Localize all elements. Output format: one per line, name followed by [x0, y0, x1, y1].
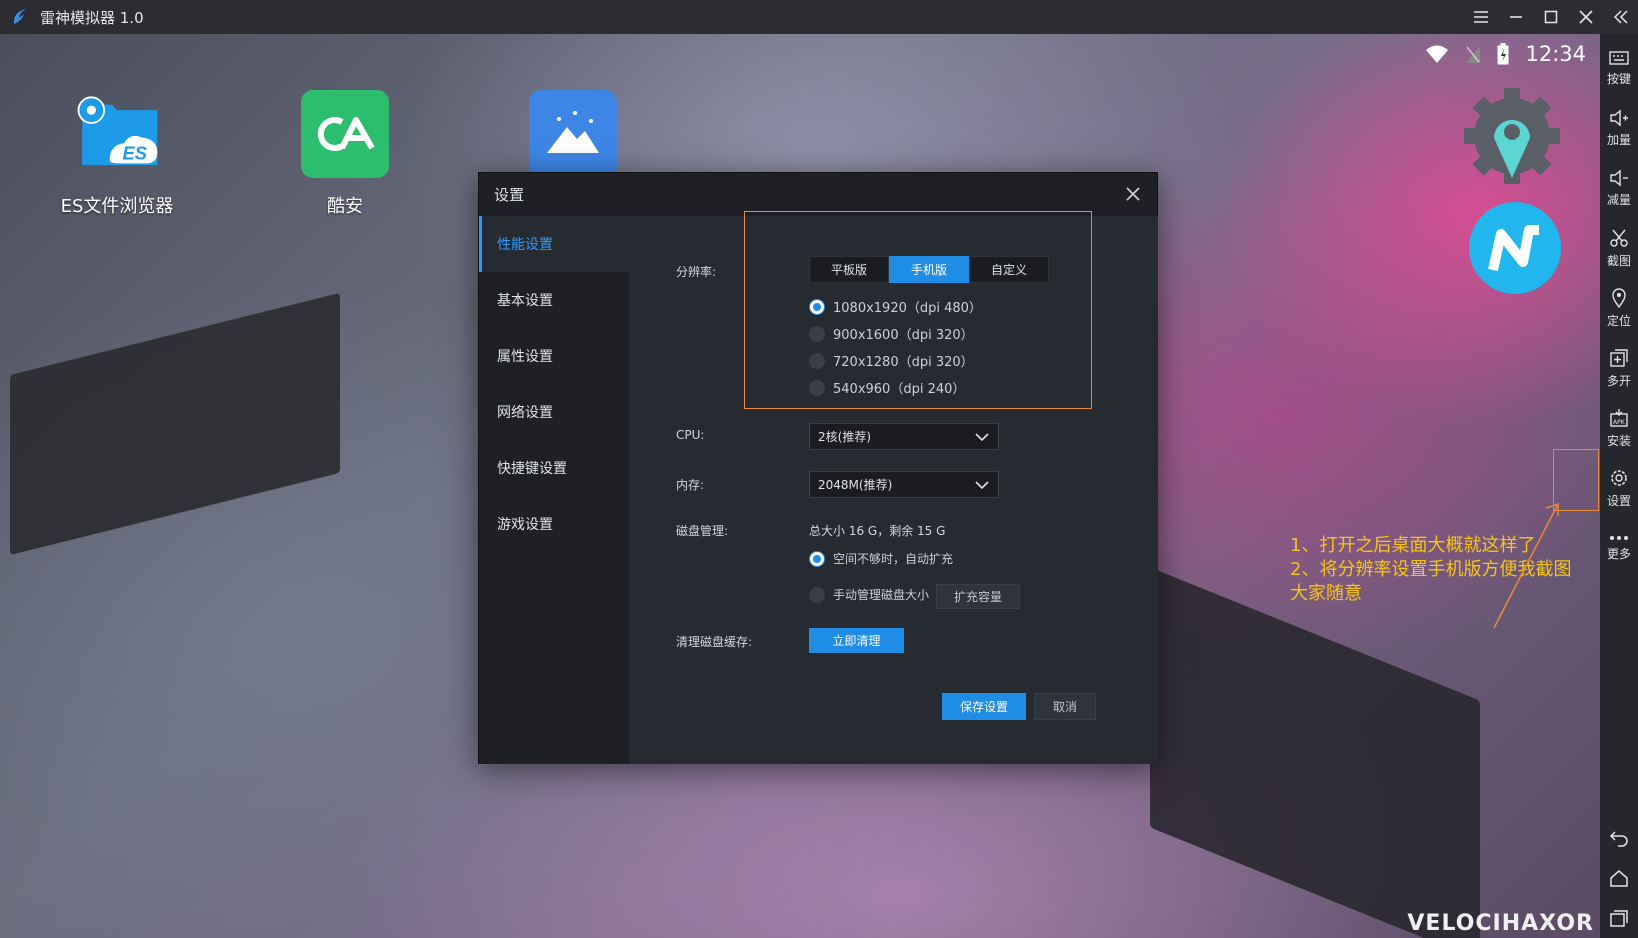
n-app-icon[interactable] — [1467, 200, 1563, 300]
mode-phone[interactable]: 手机版 — [889, 256, 969, 283]
location-icon — [1612, 287, 1626, 308]
memory-select[interactable]: 2048M(推荐) — [809, 471, 999, 498]
memory-label: 内存: — [676, 478, 705, 492]
disk-manual-option[interactable]: 手动管理磁盘大小 — [809, 586, 929, 603]
wallpaper-case — [1150, 567, 1480, 938]
dialog-close-icon[interactable] — [1121, 182, 1145, 206]
settings-content: 分辨率: 平板版 手机版 自定义 1080x1920（dpi 480） 900x… — [629, 211, 1158, 764]
resolution-mode-segment: 平板版 手机版 自定义 — [809, 256, 1049, 283]
clean-now-button[interactable]: 立即清理 — [809, 628, 904, 653]
chevron-down-icon — [975, 481, 989, 490]
annotation-highlight-box — [1553, 449, 1599, 511]
minimize-icon[interactable] — [1498, 0, 1533, 34]
maximize-icon[interactable] — [1533, 0, 1568, 34]
wifi-icon — [1426, 45, 1449, 63]
mode-custom[interactable]: 自定义 — [969, 256, 1049, 283]
settings-gear-icon[interactable] — [1462, 86, 1562, 190]
dialog-header: 设置 — [479, 173, 1157, 216]
battery-charging-icon — [1497, 43, 1509, 65]
mode-tablet[interactable]: 平板版 — [809, 256, 889, 283]
collapse-icon[interactable] — [1603, 0, 1638, 34]
volume-down-icon — [1610, 169, 1628, 186]
thunder-logo-icon — [13, 9, 26, 24]
nav-basic[interactable]: 基本设置 — [479, 272, 629, 328]
keyboard-icon — [1609, 50, 1629, 65]
scissors-icon — [1610, 229, 1628, 247]
cpu-select[interactable]: 2核(推荐) — [809, 423, 999, 450]
svg-text:APK: APK — [1613, 419, 1626, 426]
gallery-icon — [529, 90, 617, 178]
title-bar: 雷神模拟器 1.0 — [0, 0, 1638, 34]
toolbar-settings[interactable]: 设置 — [1600, 458, 1638, 518]
status-bar: 12:34 — [1425, 42, 1586, 66]
es-file-browser-icon: ES — [73, 90, 161, 178]
app-es-file-browser[interactable]: ES ES文件浏览器 — [52, 90, 182, 218]
resolution-option[interactable]: 900x1600（dpi 320） — [809, 324, 974, 343]
chevron-down-icon — [975, 433, 989, 442]
save-settings-button[interactable]: 保存设置 — [942, 693, 1026, 720]
disk-auto-expand-option[interactable]: 空间不够时，自动扩充 — [809, 550, 953, 567]
toolbar-keymap[interactable]: 按键 — [1600, 38, 1638, 98]
nav-properties[interactable]: 属性设置 — [479, 328, 629, 384]
radio[interactable] — [809, 325, 825, 342]
apk-install-icon: APK — [1610, 408, 1628, 427]
radio[interactable] — [809, 379, 825, 396]
cpu-label: CPU: — [676, 428, 705, 442]
radio-selected[interactable] — [809, 298, 825, 315]
no-signal-icon — [1466, 46, 1481, 63]
toolbar-more[interactable]: 更多 — [1600, 518, 1638, 578]
radio[interactable] — [809, 586, 825, 603]
app-coolapk[interactable]: 酷安 — [280, 90, 410, 218]
volume-up-icon — [1610, 109, 1628, 126]
toolbar-location[interactable]: 定位 — [1600, 278, 1638, 338]
coolapk-icon — [301, 90, 389, 178]
nav-network[interactable]: 网络设置 — [479, 384, 629, 440]
settings-dialog: 设置 性能设置 基本设置 属性设置 网络设置 快捷键设置 游戏设置 分辨率: 平… — [478, 172, 1158, 764]
watermark: VELOCIHAXOR — [1407, 911, 1594, 936]
toolbar-volume-down[interactable]: 减量 — [1600, 158, 1638, 218]
nav-game[interactable]: 游戏设置 — [479, 496, 629, 552]
app-title: 雷神模拟器 1.0 — [40, 8, 144, 27]
toolbar-install-apk[interactable]: APK 安装 — [1600, 398, 1638, 458]
settings-nav: 性能设置 基本设置 属性设置 网络设置 快捷键设置 游戏设置 — [479, 216, 629, 764]
cancel-button[interactable]: 取消 — [1034, 693, 1096, 720]
menu-icon[interactable] — [1463, 0, 1498, 34]
annotation-arrow — [1493, 502, 1559, 629]
wallpaper-case — [10, 292, 340, 556]
toolbar-screenshot[interactable]: 截图 — [1600, 218, 1638, 278]
radio[interactable] — [809, 352, 825, 369]
toolbar-volume-up[interactable]: 加量 — [1600, 98, 1638, 158]
nav-performance[interactable]: 性能设置 — [479, 216, 629, 272]
disk-summary: 总大小 16 G，剩余 15 G — [809, 524, 946, 538]
back-icon[interactable] — [1600, 818, 1638, 858]
dialog-title: 设置 — [494, 186, 525, 204]
app-label: ES文件浏览器 — [60, 196, 174, 217]
app-gallery[interactable] — [508, 90, 638, 178]
svg-text:ES: ES — [123, 143, 148, 164]
recents-icon[interactable] — [1600, 898, 1638, 938]
resolution-label: 分辨率: — [676, 265, 717, 279]
app-label: 酷安 — [327, 196, 363, 217]
disk-label: 磁盘管理: — [676, 524, 729, 538]
radio-selected[interactable] — [809, 550, 825, 567]
home-icon[interactable] — [1600, 858, 1638, 898]
more-icon — [1610, 535, 1628, 540]
gear-icon — [1611, 469, 1627, 486]
close-icon[interactable] — [1568, 0, 1603, 34]
clock: 12:34 — [1525, 42, 1586, 66]
expand-capacity-button[interactable]: 扩充容量 — [936, 584, 1020, 609]
multi-instance-icon — [1610, 348, 1628, 367]
emulator-toolbar: 按键 加量 减量 截图 定位 多开 APK 安装 设置 更多 — [1600, 34, 1638, 938]
resolution-option[interactable]: 540x960（dpi 240） — [809, 378, 965, 397]
resolution-option[interactable]: 720x1280（dpi 320） — [809, 351, 974, 370]
cache-label: 清理磁盘缓存: — [676, 635, 753, 649]
nav-shortcuts[interactable]: 快捷键设置 — [479, 440, 629, 496]
resolution-option[interactable]: 1080x1920（dpi 480） — [809, 297, 982, 316]
toolbar-multi-instance[interactable]: 多开 — [1600, 338, 1638, 398]
